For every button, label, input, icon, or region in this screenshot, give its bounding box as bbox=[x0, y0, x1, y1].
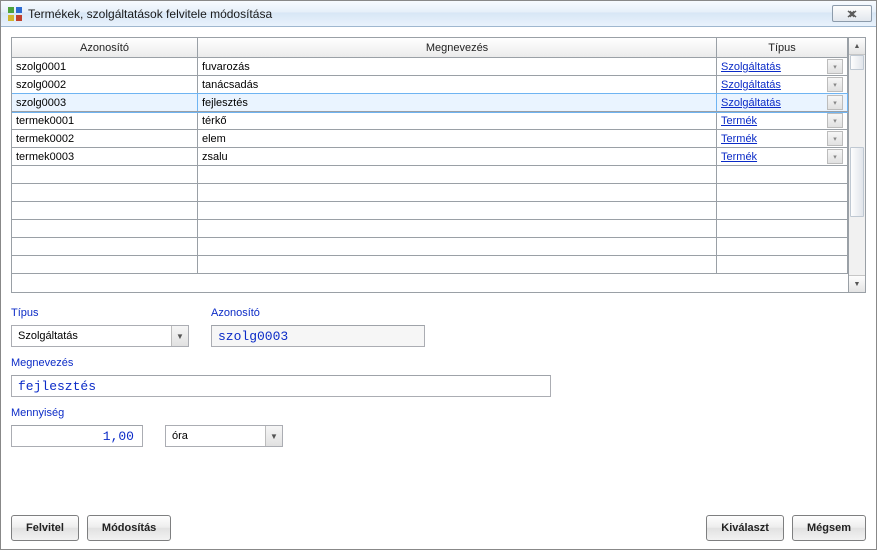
id-field[interactable]: szolg0003 bbox=[211, 325, 425, 347]
cell-empty[interactable] bbox=[198, 202, 717, 219]
cell-empty[interactable] bbox=[198, 220, 717, 237]
app-icon bbox=[7, 6, 23, 22]
table-row[interactable]: termek0003zsaluTermék▾ bbox=[12, 148, 848, 166]
unit-combo[interactable]: óra ▼ bbox=[165, 425, 283, 447]
cell-empty[interactable] bbox=[198, 166, 717, 183]
grid-header-id[interactable]: Azonosító bbox=[12, 38, 198, 57]
cell-name[interactable]: térkő bbox=[198, 112, 717, 129]
cell-empty[interactable] bbox=[12, 220, 198, 237]
chevron-down-icon[interactable]: ▾ bbox=[827, 77, 843, 92]
cell-empty[interactable] bbox=[717, 184, 848, 201]
cell-type[interactable]: Termék▾ bbox=[717, 130, 848, 147]
chevron-down-icon: ▼ bbox=[265, 426, 282, 446]
cell-type[interactable]: Szolgáltatás▾ bbox=[717, 94, 848, 111]
chevron-down-icon: ▼ bbox=[171, 326, 188, 346]
table-row[interactable] bbox=[12, 256, 848, 274]
window-title: Termékek, szolgáltatások felvitele módos… bbox=[28, 7, 832, 21]
scroll-thumb-mid[interactable] bbox=[850, 147, 864, 217]
select-button[interactable]: Kiválaszt bbox=[706, 515, 784, 541]
cell-id[interactable]: termek0001 bbox=[12, 112, 198, 129]
label-id: Azonosító bbox=[211, 307, 425, 319]
cell-name[interactable]: fejlesztés bbox=[198, 94, 717, 111]
edit-button[interactable]: Módosítás bbox=[87, 515, 171, 541]
cell-empty[interactable] bbox=[12, 202, 198, 219]
scroll-down-button[interactable]: ▼ bbox=[849, 275, 865, 292]
scroll-track[interactable] bbox=[849, 55, 865, 275]
table-row[interactable] bbox=[12, 202, 848, 220]
grid-scrollbar[interactable]: ▲ ▼ bbox=[848, 38, 865, 292]
chevron-down-icon[interactable]: ▾ bbox=[827, 59, 843, 74]
table-row[interactable]: szolg0003fejlesztésSzolgáltatás▾ bbox=[12, 94, 848, 112]
cell-empty[interactable] bbox=[12, 184, 198, 201]
chevron-down-icon[interactable]: ▾ bbox=[827, 113, 843, 128]
table-row[interactable]: szolg0002tanácsadásSzolgáltatás▾ bbox=[12, 76, 848, 94]
window-titlebar: Termékek, szolgáltatások felvitele módos… bbox=[1, 1, 876, 27]
table-row[interactable]: termek0001térkőTermék▾ bbox=[12, 112, 848, 130]
add-button[interactable]: Felvitel bbox=[11, 515, 79, 541]
cell-name[interactable]: fuvarozás bbox=[198, 58, 717, 75]
cell-empty[interactable] bbox=[198, 256, 717, 273]
cell-type[interactable]: Termék▾ bbox=[717, 148, 848, 165]
qty-field[interactable]: 1,00 bbox=[11, 425, 143, 447]
label-name: Megnevezés bbox=[11, 357, 551, 369]
cell-empty[interactable] bbox=[717, 202, 848, 219]
cell-empty[interactable] bbox=[198, 184, 717, 201]
cell-empty[interactable] bbox=[12, 238, 198, 255]
table-row[interactable] bbox=[12, 184, 848, 202]
button-bar: Felvitel Módosítás Kiválaszt Mégsem bbox=[11, 505, 866, 541]
cell-id[interactable]: termek0002 bbox=[12, 130, 198, 147]
table-row[interactable] bbox=[12, 166, 848, 184]
cell-id[interactable]: szolg0003 bbox=[12, 94, 198, 111]
grid-header: Azonosító Megnevezés Típus bbox=[12, 38, 848, 58]
products-grid[interactable]: Azonosító Megnevezés Típus szolg0001fuva… bbox=[11, 37, 866, 293]
table-row[interactable] bbox=[12, 238, 848, 256]
label-qty: Mennyiség bbox=[11, 407, 143, 419]
table-row[interactable]: szolg0001fuvarozásSzolgáltatás▾ bbox=[12, 58, 848, 76]
cell-id[interactable]: termek0003 bbox=[12, 148, 198, 165]
cell-type[interactable]: Szolgáltatás▾ bbox=[717, 58, 848, 75]
cell-empty[interactable] bbox=[717, 256, 848, 273]
grid-header-name[interactable]: Megnevezés bbox=[198, 38, 717, 57]
close-button[interactable] bbox=[832, 5, 872, 22]
type-combo-value: Szolgáltatás bbox=[18, 330, 171, 342]
table-row[interactable]: termek0002elemTermék▾ bbox=[12, 130, 848, 148]
cell-empty[interactable] bbox=[198, 238, 717, 255]
cancel-button[interactable]: Mégsem bbox=[792, 515, 866, 541]
close-icon bbox=[847, 10, 857, 18]
cell-empty[interactable] bbox=[717, 220, 848, 237]
cell-empty[interactable] bbox=[12, 256, 198, 273]
cell-empty[interactable] bbox=[12, 166, 198, 183]
cell-id[interactable]: szolg0001 bbox=[12, 58, 198, 75]
cell-id[interactable]: szolg0002 bbox=[12, 76, 198, 93]
cell-empty[interactable] bbox=[717, 238, 848, 255]
grid-header-type[interactable]: Típus bbox=[717, 38, 848, 57]
type-combo[interactable]: Szolgáltatás ▼ bbox=[11, 325, 189, 347]
name-field[interactable]: fejlesztés bbox=[11, 375, 551, 397]
cell-name[interactable]: elem bbox=[198, 130, 717, 147]
cell-type[interactable]: Szolgáltatás▾ bbox=[717, 76, 848, 93]
label-type: Típus bbox=[11, 307, 189, 319]
cell-empty[interactable] bbox=[717, 166, 848, 183]
cell-name[interactable]: zsalu bbox=[198, 148, 717, 165]
scroll-thumb[interactable] bbox=[850, 55, 864, 70]
scroll-up-button[interactable]: ▲ bbox=[849, 38, 865, 55]
cell-type[interactable]: Termék▾ bbox=[717, 112, 848, 129]
chevron-down-icon[interactable]: ▾ bbox=[827, 95, 843, 110]
unit-combo-value: óra bbox=[172, 430, 265, 442]
cell-name[interactable]: tanácsadás bbox=[198, 76, 717, 93]
table-row[interactable] bbox=[12, 220, 848, 238]
chevron-down-icon[interactable]: ▾ bbox=[827, 131, 843, 146]
chevron-down-icon[interactable]: ▾ bbox=[827, 149, 843, 164]
